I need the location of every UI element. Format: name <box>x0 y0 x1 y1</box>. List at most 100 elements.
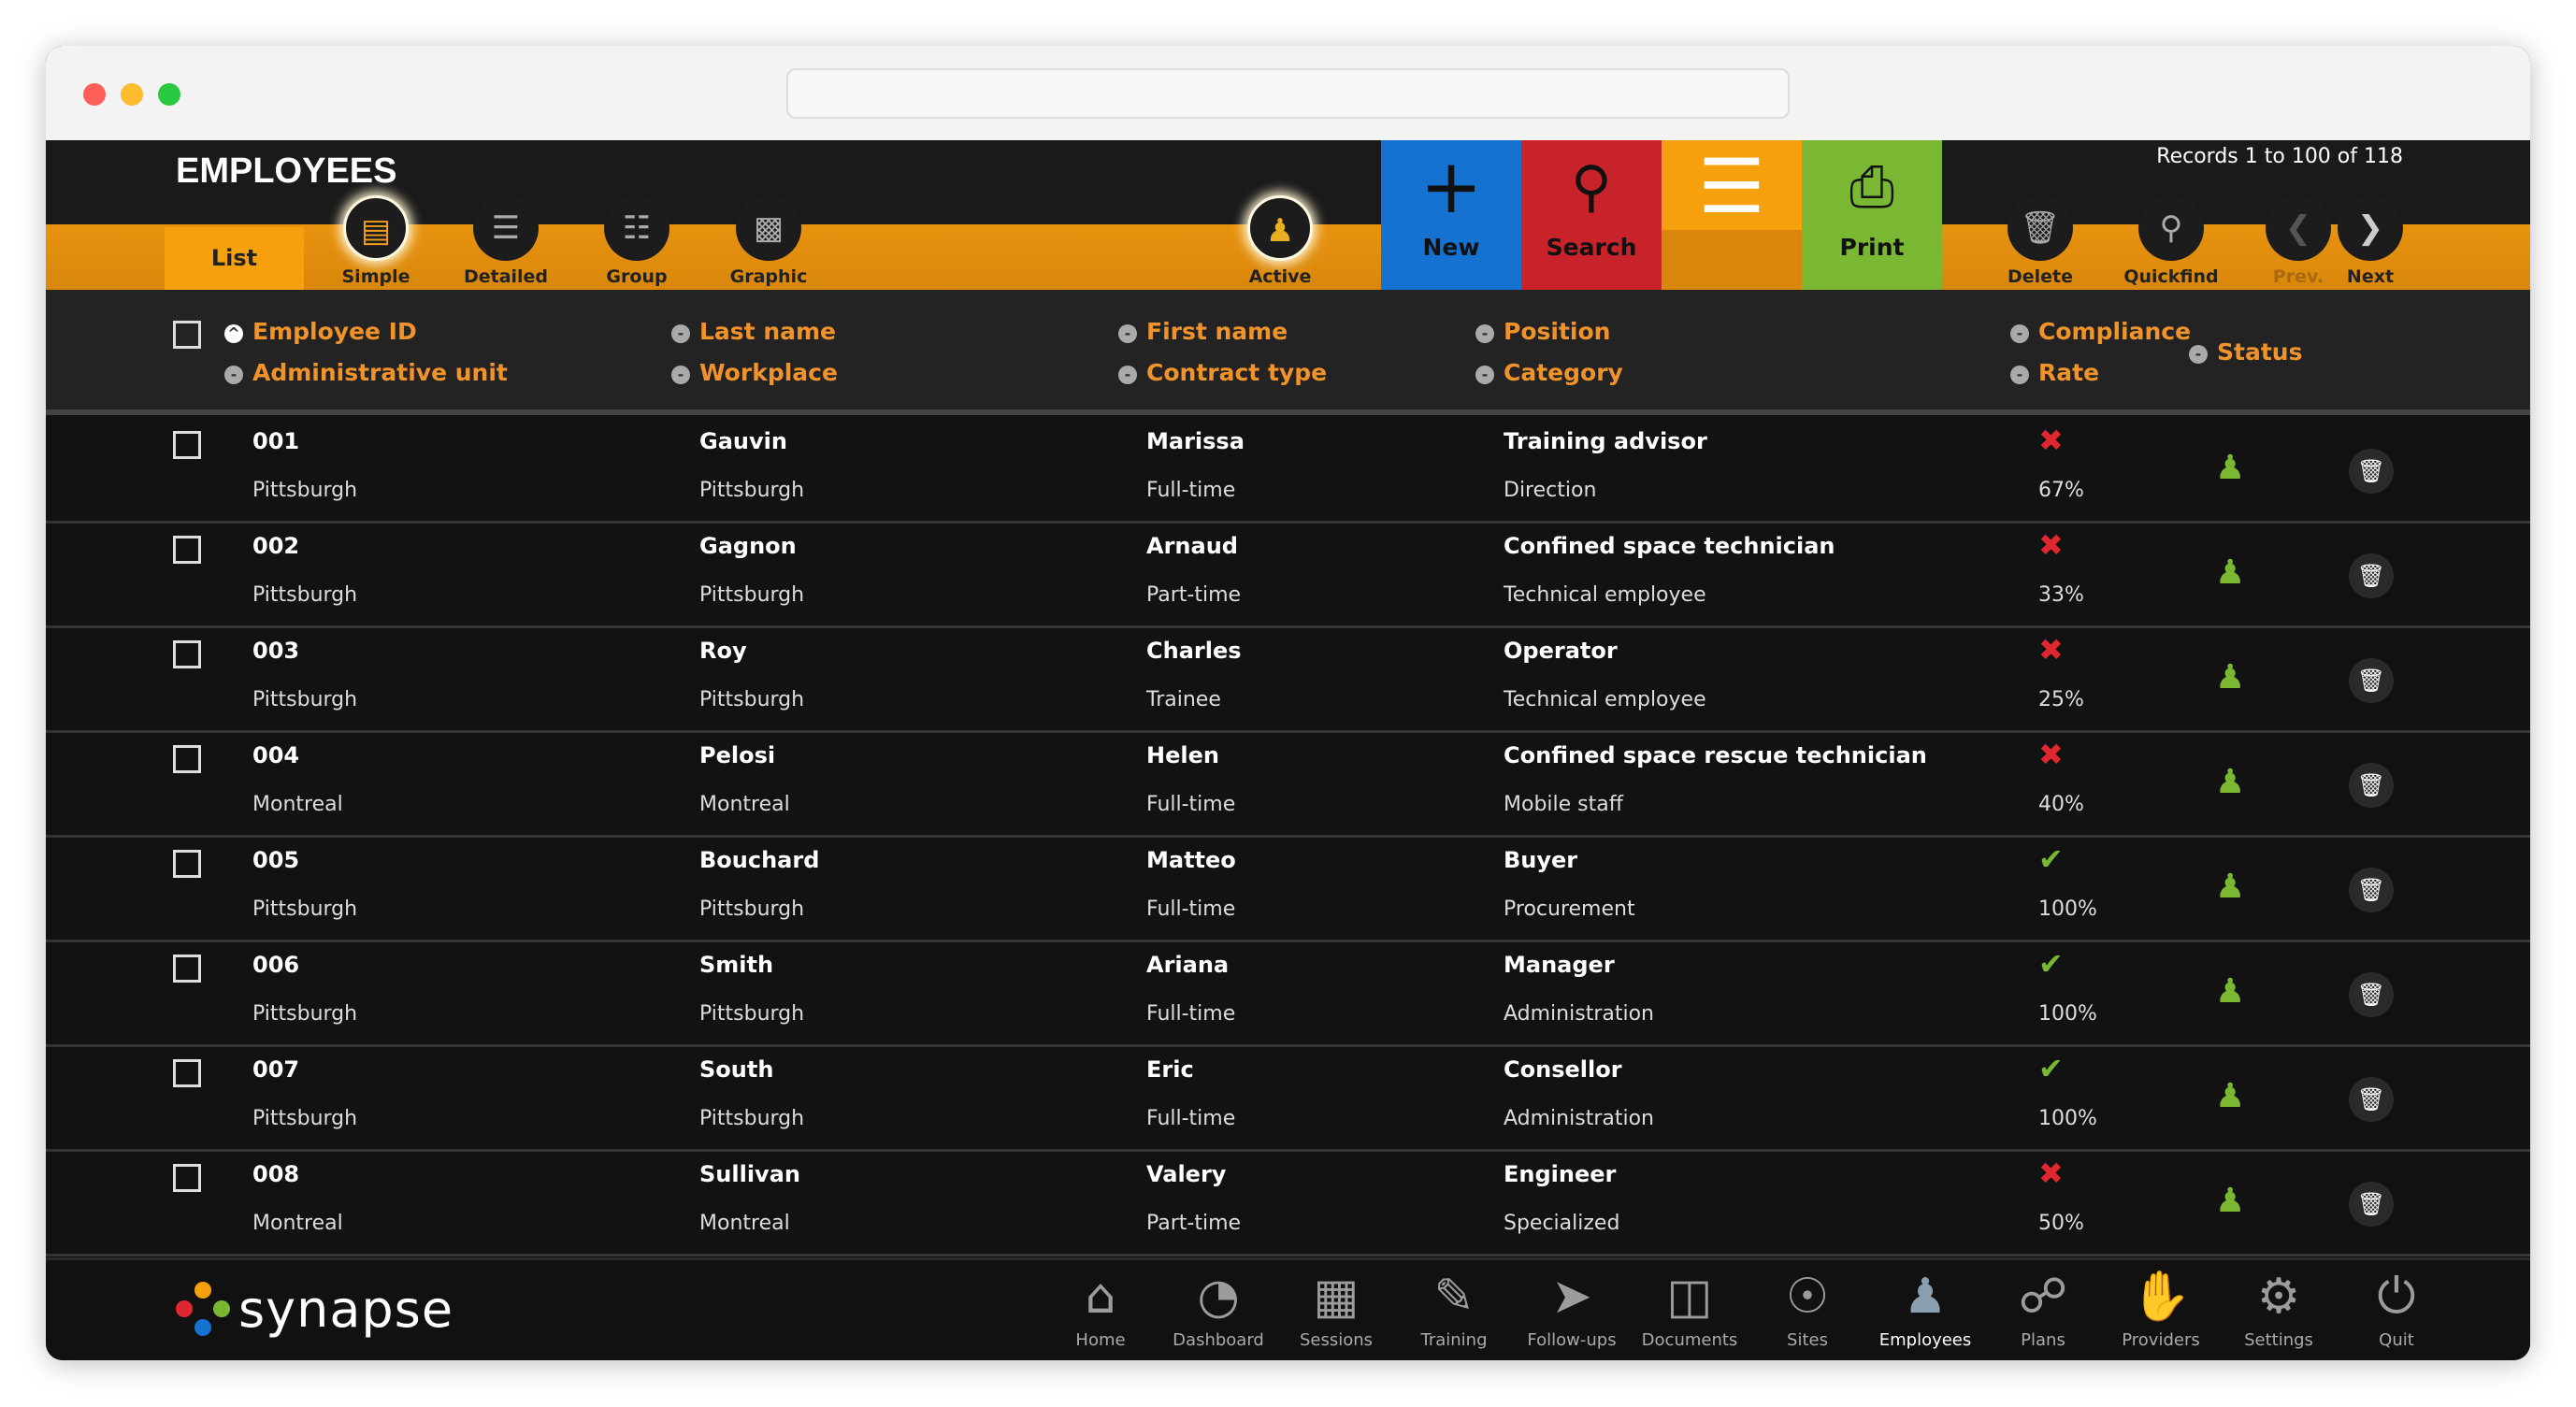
sort-position[interactable]: - Position <box>1475 318 1610 345</box>
position: Operator <box>1504 638 1618 664</box>
share-icon: ☍ <box>2018 1269 2068 1325</box>
delete-row-button[interactable]: 🗑 <box>2349 972 2394 1017</box>
address-bar[interactable] <box>786 68 1790 119</box>
home-icon: ⌂ <box>1085 1269 1116 1325</box>
view-simple-button[interactable]: ▤ Simple <box>324 195 427 287</box>
nav-employees[interactable]: ♟ Employees <box>1874 1263 1977 1350</box>
table-row[interactable]: 005 Pittsburgh Bouchard Pittsburgh Matte… <box>46 838 2530 942</box>
delete-row-button[interactable]: 🗑 <box>2349 449 2394 494</box>
row-checkbox[interactable] <box>173 850 201 878</box>
nav-home[interactable]: ⌂ Home <box>1049 1263 1152 1350</box>
sort-compliance[interactable]: - Compliance <box>2010 318 2191 345</box>
row-checkbox[interactable] <box>173 745 201 773</box>
table-row[interactable]: 008 Montreal Sullivan Montreal Valery Pa… <box>46 1152 2530 1256</box>
menu-button[interactable]: ☰ <box>1662 140 1802 290</box>
category: Specialized <box>1504 1212 1620 1235</box>
delete-button[interactable]: 🗑 Delete <box>1989 195 2092 287</box>
table-row[interactable]: 001 Pittsburgh Gauvin Pittsburgh Marissa… <box>46 419 2530 524</box>
search-button[interactable]: ⚲ Search <box>1521 140 1662 290</box>
nav-quit[interactable]: ⏻ Quit <box>2345 1263 2448 1350</box>
view-graphic-button[interactable]: ▩ Graphic <box>717 195 820 287</box>
sort-administrative-unit[interactable]: - Administrative unit <box>224 359 508 386</box>
contract-type: Trainee <box>1146 688 1221 711</box>
nav-providers[interactable]: ✋ Providers <box>2109 1263 2212 1350</box>
table-row[interactable]: 003 Pittsburgh Roy Pittsburgh Charles Tr… <box>46 628 2530 733</box>
position: Manager <box>1504 952 1615 978</box>
active-status-icon: ♟ <box>2215 763 2246 801</box>
new-button[interactable]: + New <box>1381 140 1521 290</box>
sort-status[interactable]: - Status <box>2189 338 2302 366</box>
view-detailed-button[interactable]: ☰ Detailed <box>454 195 557 287</box>
workplace: Pittsburgh <box>699 688 805 711</box>
cross-icon: ✖ <box>2038 1156 2064 1191</box>
nav-dashboard[interactable]: ◔ Dashboard <box>1167 1263 1270 1350</box>
synapse-logo: synapse <box>173 1276 453 1342</box>
cross-icon: ✖ <box>2038 737 2064 772</box>
row-checkbox[interactable] <box>173 640 201 668</box>
nav-follow-ups[interactable]: ➤ Follow-ups <box>1520 1263 1623 1350</box>
administrative-unit: Pittsburgh <box>252 1002 358 1026</box>
quickfind-button[interactable]: ⚲ Quickfind <box>2120 195 2223 287</box>
print-button[interactable]: ⎙ Print <box>1802 140 1942 290</box>
sort-none-icon: - <box>2010 324 2029 343</box>
sort-none-icon: - <box>1475 366 1494 384</box>
close-window-button[interactable] <box>83 83 106 106</box>
view-group-button[interactable]: ☷ Group <box>585 195 688 287</box>
position: Confined space technician <box>1504 533 1835 559</box>
compliance-rate: 67% <box>2038 479 2084 502</box>
row-checkbox[interactable] <box>173 536 201 564</box>
sort-none-icon: - <box>2189 345 2208 364</box>
nav-documents[interactable]: ◫ Documents <box>1638 1263 1741 1350</box>
delete-row-button[interactable]: 🗑 <box>2349 763 2394 808</box>
row-checkbox[interactable] <box>173 431 201 459</box>
tab-list[interactable]: List <box>165 227 304 290</box>
sort-rate[interactable]: - Rate <box>2010 359 2099 386</box>
cross-icon: ✖ <box>2038 527 2064 563</box>
hamburger-menu-icon: ☰ <box>1698 143 1765 230</box>
trash-icon: 🗑 <box>2356 563 2386 589</box>
active-filter-button[interactable]: ♟ Active <box>1229 195 1331 287</box>
sort-workplace[interactable]: - Workplace <box>671 359 838 386</box>
nav-settings[interactable]: ⚙ Settings <box>2227 1263 2330 1350</box>
delete-row-button[interactable]: 🗑 <box>2349 658 2394 703</box>
table-row[interactable]: 007 Pittsburgh South Pittsburgh Eric Ful… <box>46 1047 2530 1152</box>
sort-last-name[interactable]: - Last name <box>671 318 836 345</box>
administrative-unit: Montreal <box>252 793 343 816</box>
trash-icon: 🗑 <box>2356 877 2386 903</box>
category: Technical employee <box>1504 583 1706 607</box>
trash-icon: 🗑 <box>2356 668 2386 694</box>
table-row[interactable]: 002 Pittsburgh Gagnon Pittsburgh Arnaud … <box>46 524 2530 628</box>
position: Training advisor <box>1504 428 1707 454</box>
compliance-rate: 40% <box>2038 793 2084 816</box>
maximize-window-button[interactable] <box>158 83 180 106</box>
sort-asc-icon: ^ <box>224 324 243 343</box>
row-checkbox[interactable] <box>173 955 201 983</box>
select-all-checkbox[interactable] <box>173 321 201 349</box>
delete-row-button[interactable]: 🗑 <box>2349 868 2394 912</box>
last-name: Gauvin <box>699 428 787 454</box>
sort-category[interactable]: - Category <box>1475 359 1623 386</box>
minimize-window-button[interactable] <box>121 83 143 106</box>
globe-icon: ☉ <box>1785 1269 1830 1325</box>
delete-row-button[interactable]: 🗑 <box>2349 1077 2394 1122</box>
nav-sites[interactable]: ☉ Sites <box>1756 1263 1859 1350</box>
next-page-button[interactable]: ❯ Next <box>2319 195 2422 287</box>
trash-icon: 🗑 <box>2008 195 2073 261</box>
table-row[interactable]: 006 Pittsburgh Smith Pittsburgh Ariana F… <box>46 942 2530 1047</box>
table-row[interactable]: 004 Montreal Pelosi Montreal Helen Full-… <box>46 733 2530 838</box>
nav-training[interactable]: ✎ Training <box>1403 1263 1505 1350</box>
contract-type: Full-time <box>1146 897 1236 921</box>
sort-first-name[interactable]: - First name <box>1118 318 1288 345</box>
contract-type: Full-time <box>1146 1002 1236 1026</box>
sort-employee-id[interactable]: ^ Employee ID <box>224 318 417 345</box>
sort-contract-type[interactable]: - Contract type <box>1118 359 1327 386</box>
row-checkbox[interactable] <box>173 1059 201 1087</box>
nav-plans[interactable]: ☍ Plans <box>1992 1263 2094 1350</box>
nav-sessions[interactable]: ▦ Sessions <box>1285 1263 1388 1350</box>
first-name: Marissa <box>1146 428 1245 454</box>
delete-row-button[interactable]: 🗑 <box>2349 553 2394 598</box>
sort-none-icon: - <box>224 366 243 384</box>
row-checkbox[interactable] <box>173 1164 201 1192</box>
delete-row-button[interactable]: 🗑 <box>2349 1182 2394 1227</box>
first-name: Ariana <box>1146 952 1230 978</box>
